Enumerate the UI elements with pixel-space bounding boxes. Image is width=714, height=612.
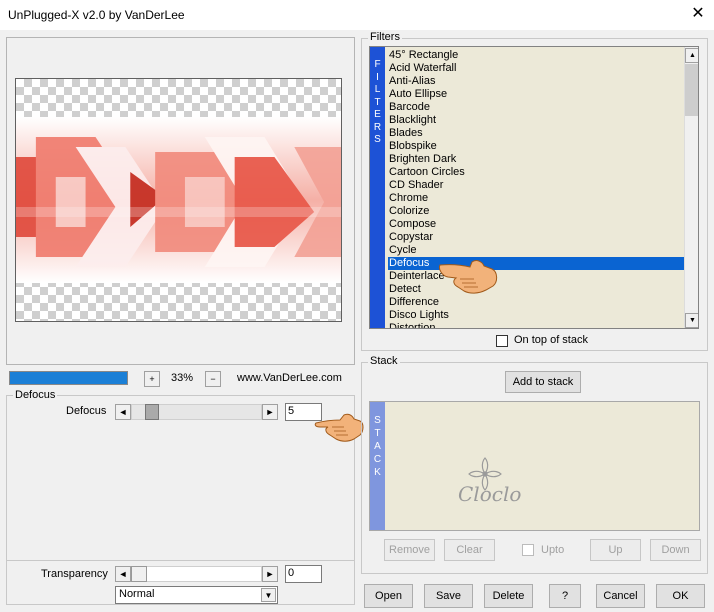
stack-letter: C bbox=[373, 454, 382, 465]
filter-scrollbar[interactable]: ▲ ▼ bbox=[684, 47, 698, 328]
cancel-button[interactable]: Cancel bbox=[596, 584, 645, 608]
filter-item[interactable]: Distortion bbox=[388, 322, 684, 328]
pointing-hand-icon bbox=[439, 260, 498, 294]
filters-letter: T bbox=[374, 96, 381, 108]
defocus-decrease-button[interactable]: ◄ bbox=[115, 404, 131, 420]
down-button[interactable]: Down bbox=[650, 539, 701, 561]
filters-letter: I bbox=[376, 71, 379, 83]
stack-letter: T bbox=[374, 428, 381, 439]
stack-watermark-text: Cloclo bbox=[458, 482, 522, 506]
zoom-in-button[interactable]: + bbox=[144, 371, 160, 387]
scroll-up-icon[interactable]: ▲ bbox=[685, 48, 698, 63]
filters-letter: E bbox=[374, 109, 381, 120]
preview-art bbox=[16, 117, 341, 283]
filter-item[interactable]: Defocus bbox=[388, 257, 684, 270]
zoom-progress-bar bbox=[9, 371, 128, 385]
filters-group-label: Filters bbox=[368, 31, 402, 43]
filter-item[interactable]: Detect bbox=[388, 283, 684, 296]
filter-list[interactable]: FILTERS 45° Rectangle Acid Waterfall Anti-… bbox=[369, 46, 699, 329]
stack-group-label: Stack bbox=[368, 355, 400, 367]
defocus-group-label: Defocus bbox=[13, 389, 58, 401]
open-button[interactable]: Open bbox=[364, 584, 413, 608]
preview-image bbox=[15, 78, 342, 322]
remove-button[interactable]: Remove bbox=[384, 539, 435, 561]
defocus-increase-button[interactable]: ► bbox=[262, 404, 278, 420]
scroll-down-icon[interactable]: ▼ bbox=[685, 313, 698, 328]
website-link[interactable]: www.VanDerLee.com bbox=[237, 372, 342, 384]
filter-item[interactable]: 45° Rectangle bbox=[388, 49, 684, 62]
filter-item[interactable]: Blobspike bbox=[388, 140, 684, 153]
delete-button[interactable]: Delete bbox=[484, 584, 533, 608]
scroll-thumb[interactable] bbox=[685, 64, 698, 116]
zoom-progress-fill bbox=[10, 372, 127, 384]
transparency-slider-thumb[interactable] bbox=[131, 566, 147, 582]
filters-letter: S bbox=[374, 134, 381, 145]
filters-letter: R bbox=[373, 121, 382, 133]
chevron-down-icon[interactable]: ▼ bbox=[261, 588, 276, 602]
defocus-slider-thumb[interactable] bbox=[145, 404, 159, 420]
zoom-out-button[interactable]: − bbox=[205, 371, 221, 387]
filters-vertical-label: FILTERS bbox=[370, 47, 385, 147]
stack-letter: A bbox=[374, 441, 381, 452]
filter-item[interactable]: Blades bbox=[388, 127, 684, 140]
filter-item[interactable]: Brighten Dark bbox=[388, 153, 684, 166]
stack-list[interactable]: STACK Cloclo bbox=[369, 401, 700, 531]
window-title: UnPlugged-X v2.0 by VanDerLee bbox=[8, 8, 185, 22]
filter-item[interactable]: Compose bbox=[388, 218, 684, 231]
filter-item[interactable]: CD Shader bbox=[388, 179, 684, 192]
help-button[interactable]: ? bbox=[549, 584, 581, 608]
transparency-value-input[interactable]: 0 bbox=[285, 565, 322, 583]
filter-item[interactable]: Copystar bbox=[388, 231, 684, 244]
filter-item[interactable]: Cycle bbox=[388, 244, 684, 257]
stack-letter: K bbox=[374, 467, 381, 478]
filter-item[interactable]: Chrome bbox=[388, 192, 684, 205]
save-button[interactable]: Save bbox=[424, 584, 473, 608]
filter-item[interactable]: Blacklight bbox=[388, 114, 684, 127]
up-button[interactable]: Up bbox=[590, 539, 641, 561]
filter-item[interactable]: Colorize bbox=[388, 205, 684, 218]
zoom-value: 33% bbox=[171, 372, 194, 384]
stack-letter: S bbox=[374, 415, 381, 426]
filters-side-bar: FILTERS bbox=[370, 47, 385, 328]
blend-mode-select[interactable]: Normal ▼ bbox=[115, 586, 278, 604]
filter-item[interactable]: Anti-Alias bbox=[388, 75, 684, 88]
transparency-decrease-button[interactable]: ◄ bbox=[115, 566, 131, 582]
transparency-increase-button[interactable]: ► bbox=[262, 566, 278, 582]
filters-letter: F bbox=[374, 59, 381, 70]
on-top-label[interactable]: On top of stack bbox=[514, 334, 588, 346]
upto-label[interactable]: Upto bbox=[541, 544, 564, 556]
upto-checkbox[interactable] bbox=[522, 544, 534, 556]
filter-item[interactable]: Auto Ellipse bbox=[388, 88, 684, 101]
filter-item[interactable]: Barcode bbox=[388, 101, 684, 114]
ok-button[interactable]: OK bbox=[656, 584, 705, 608]
transparency-divider bbox=[6, 560, 355, 561]
stack-side-bar: STACK bbox=[370, 402, 385, 530]
pointing-hand-icon bbox=[314, 413, 364, 442]
filter-item[interactable]: Difference bbox=[388, 296, 684, 309]
on-top-checkbox[interactable] bbox=[496, 335, 508, 347]
transparency-label: Transparency bbox=[41, 568, 108, 580]
add-to-stack-button[interactable]: Add to stack bbox=[505, 371, 581, 393]
filters-letter: L bbox=[374, 84, 381, 95]
stack-vertical-label: STACK bbox=[370, 402, 385, 479]
filter-item[interactable]: Cartoon Circles bbox=[388, 166, 684, 179]
defocus-param-label: Defocus bbox=[66, 405, 107, 417]
blend-mode-value: Normal bbox=[119, 588, 155, 600]
transparency-slider-track[interactable] bbox=[131, 566, 262, 582]
filter-item[interactable]: Acid Waterfall bbox=[388, 62, 684, 75]
close-icon[interactable]: ✕ bbox=[690, 5, 706, 23]
title-bar: UnPlugged-X v2.0 by VanDerLee ✕ bbox=[0, 0, 714, 30]
filter-item[interactable]: Deinterlace bbox=[388, 270, 684, 283]
filter-item[interactable]: Disco Lights bbox=[388, 309, 684, 322]
clear-button[interactable]: Clear bbox=[444, 539, 495, 561]
